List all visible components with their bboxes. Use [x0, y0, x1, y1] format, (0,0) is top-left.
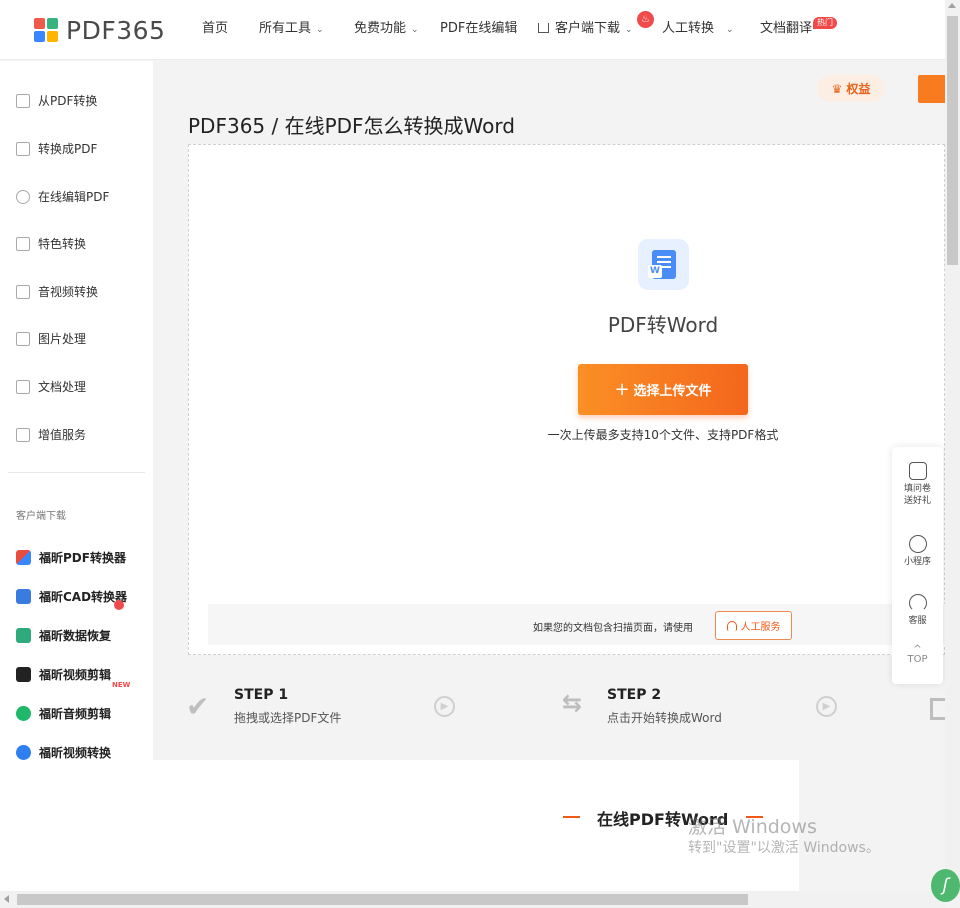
headset-icon — [908, 594, 927, 612]
chevron-down-icon: ⌄ — [411, 25, 419, 35]
video-converter-icon — [16, 745, 31, 760]
document-icon — [16, 379, 30, 394]
survey-gift-button[interactable]: 填问卷 送好礼 — [892, 462, 943, 507]
step-2-desc: 点击开始转换成Word — [607, 711, 722, 725]
title-dash-left — [563, 816, 580, 818]
sidebar-divider — [8, 472, 145, 473]
survey-icon — [908, 462, 927, 480]
scroll-up-icon[interactable] — [948, 3, 956, 8]
chevron-down-icon: ⌄ — [316, 25, 324, 35]
scroll-left-icon[interactable] — [4, 895, 9, 903]
data-recovery-icon — [16, 628, 31, 643]
sidebar-item-av-convert[interactable]: 音视频转换 — [16, 283, 98, 300]
crown-icon: ♛ — [831, 81, 843, 96]
mini-program-icon — [908, 535, 927, 553]
to-pdf-icon — [16, 141, 30, 156]
sidebar-item-edit-pdf[interactable]: 在线编辑PDF — [16, 188, 109, 205]
nav-home[interactable]: 首页 — [202, 20, 228, 38]
nav-client-download[interactable]: 客户端下载 ⌄ — [538, 20, 633, 39]
plus-icon: + — [614, 379, 630, 400]
nav-pdf-online-edit[interactable]: PDF在线编辑 — [440, 20, 517, 38]
arrow-right-icon: ▶ — [816, 696, 837, 717]
app-cad-converter[interactable]: 福昕CAD转换器 — [16, 588, 127, 605]
audio-editor-icon — [16, 706, 31, 721]
left-sidebar: 从PDF转换 转换成PDF 在线编辑PDF 特色转换 音视频转换 图片处理 文档… — [0, 61, 153, 891]
app-pdf-converter[interactable]: 福昕PDF转换器 — [16, 549, 126, 566]
app-video-editor[interactable]: 福昕视频剪辑 — [16, 666, 111, 683]
chevron-down-icon: ⌄ — [726, 25, 734, 35]
checkmark-icon: ✔ — [186, 690, 210, 723]
swap-icon: ⇆ — [562, 689, 583, 717]
step-1-title: STEP 1 — [234, 687, 289, 703]
manual-service-button[interactable]: 人工服务 — [715, 611, 792, 640]
floating-assistant-icon[interactable]: ʃ — [931, 869, 960, 902]
vertical-scroll-thumb[interactable] — [947, 16, 958, 265]
app-data-recovery[interactable]: 福昕数据恢复 — [16, 627, 111, 644]
mini-program-button[interactable]: 小程序 — [892, 535, 943, 568]
horizontal-scrollbar[interactable] — [0, 891, 945, 908]
upload-hint: 一次上传最多支持10个文件、支持PDF格式 — [547, 428, 779, 442]
floating-toolbar: 填问卷 送好礼 小程序 客服 ^ TOP — [892, 447, 943, 684]
sidebar-item-to-pdf[interactable]: 转换成PDF — [16, 140, 97, 157]
chevron-down-icon: ⌄ — [625, 25, 633, 35]
client-download-heading: 客户端下载 — [16, 511, 66, 522]
back-to-top-button[interactable]: ^ TOP — [892, 644, 943, 666]
windows-activation-text: 转到"设置"以激活 Windows。 — [688, 840, 880, 856]
new-badge: NEW — [112, 681, 131, 689]
sidebar-item-document[interactable]: 文档处理 — [16, 378, 86, 395]
fire-icon: ♨ — [637, 11, 654, 28]
page-title: PDF365 / 在线PDF怎么转换成Word — [188, 114, 515, 138]
benefits-button[interactable]: ♛ 权益 — [817, 75, 885, 102]
nav-all-tools[interactable]: 所有工具 ⌄ — [259, 20, 324, 39]
vip-button-partial[interactable] — [918, 75, 945, 103]
app-audio-editor[interactable]: 福昕音频剪辑 — [16, 705, 111, 722]
windows-activation-title: 激活 Windows — [688, 816, 817, 838]
av-convert-icon — [16, 284, 30, 299]
horizontal-scroll-thumb[interactable] — [17, 894, 748, 905]
image-icon — [16, 331, 30, 346]
download-result-icon — [930, 698, 945, 720]
upload-file-button[interactable]: + 选择上传文件 — [578, 364, 748, 415]
headset-icon — [726, 620, 737, 631]
vertical-scrollbar[interactable] — [945, 0, 960, 891]
upload-dropzone[interactable] — [188, 144, 945, 655]
sidebar-item-from-pdf[interactable]: 从PDF转换 — [16, 92, 97, 109]
logo-text: PDF365 — [66, 15, 166, 45]
word-document-icon: W — [638, 239, 689, 290]
nav-free-features[interactable]: 免费功能 ⌄ — [354, 20, 419, 39]
special-convert-icon — [16, 236, 30, 251]
scan-notice-text: 如果您的文档包含扫描页面，请使用 — [533, 623, 693, 634]
sidebar-item-special-convert[interactable]: 特色转换 — [16, 235, 86, 252]
pdf365-logo[interactable]: PDF365 — [34, 15, 166, 45]
nav-manual-convert[interactable]: 人工转换 ⌄ — [662, 20, 734, 39]
from-pdf-icon — [16, 93, 30, 108]
sidebar-item-service[interactable]: 增值服务 — [16, 426, 86, 443]
step-1-desc: 拖拽或选择PDF文件 — [234, 711, 342, 725]
step-2-title: STEP 2 — [607, 687, 662, 703]
download-icon — [538, 23, 549, 33]
customer-service-button[interactable]: 客服 — [892, 594, 943, 627]
cad-converter-icon — [16, 589, 31, 604]
top-nav-bar: PDF365 首页 所有工具 ⌄ 免费功能 ⌄ PDF在线编辑 客户端下载 ⌄ ♨ 人… — [0, 0, 945, 60]
arrow-right-icon: ▶ — [434, 696, 455, 717]
edit-pdf-icon — [16, 189, 30, 204]
pdf-converter-icon — [16, 550, 31, 565]
logo-mark-icon — [34, 18, 58, 42]
app-video-converter[interactable]: 福昕视频转换 — [16, 744, 111, 761]
chevron-up-icon: ^ — [913, 644, 922, 655]
video-editor-icon — [16, 667, 31, 682]
tool-name: PDF转Word — [607, 313, 719, 337]
fire-badge-icon — [114, 600, 124, 610]
service-icon — [16, 427, 30, 442]
nav-doc-translate[interactable]: 文档翻译 — [760, 20, 812, 38]
sidebar-item-image[interactable]: 图片处理 — [16, 330, 86, 347]
hot-badge: 热门 — [813, 17, 837, 29]
